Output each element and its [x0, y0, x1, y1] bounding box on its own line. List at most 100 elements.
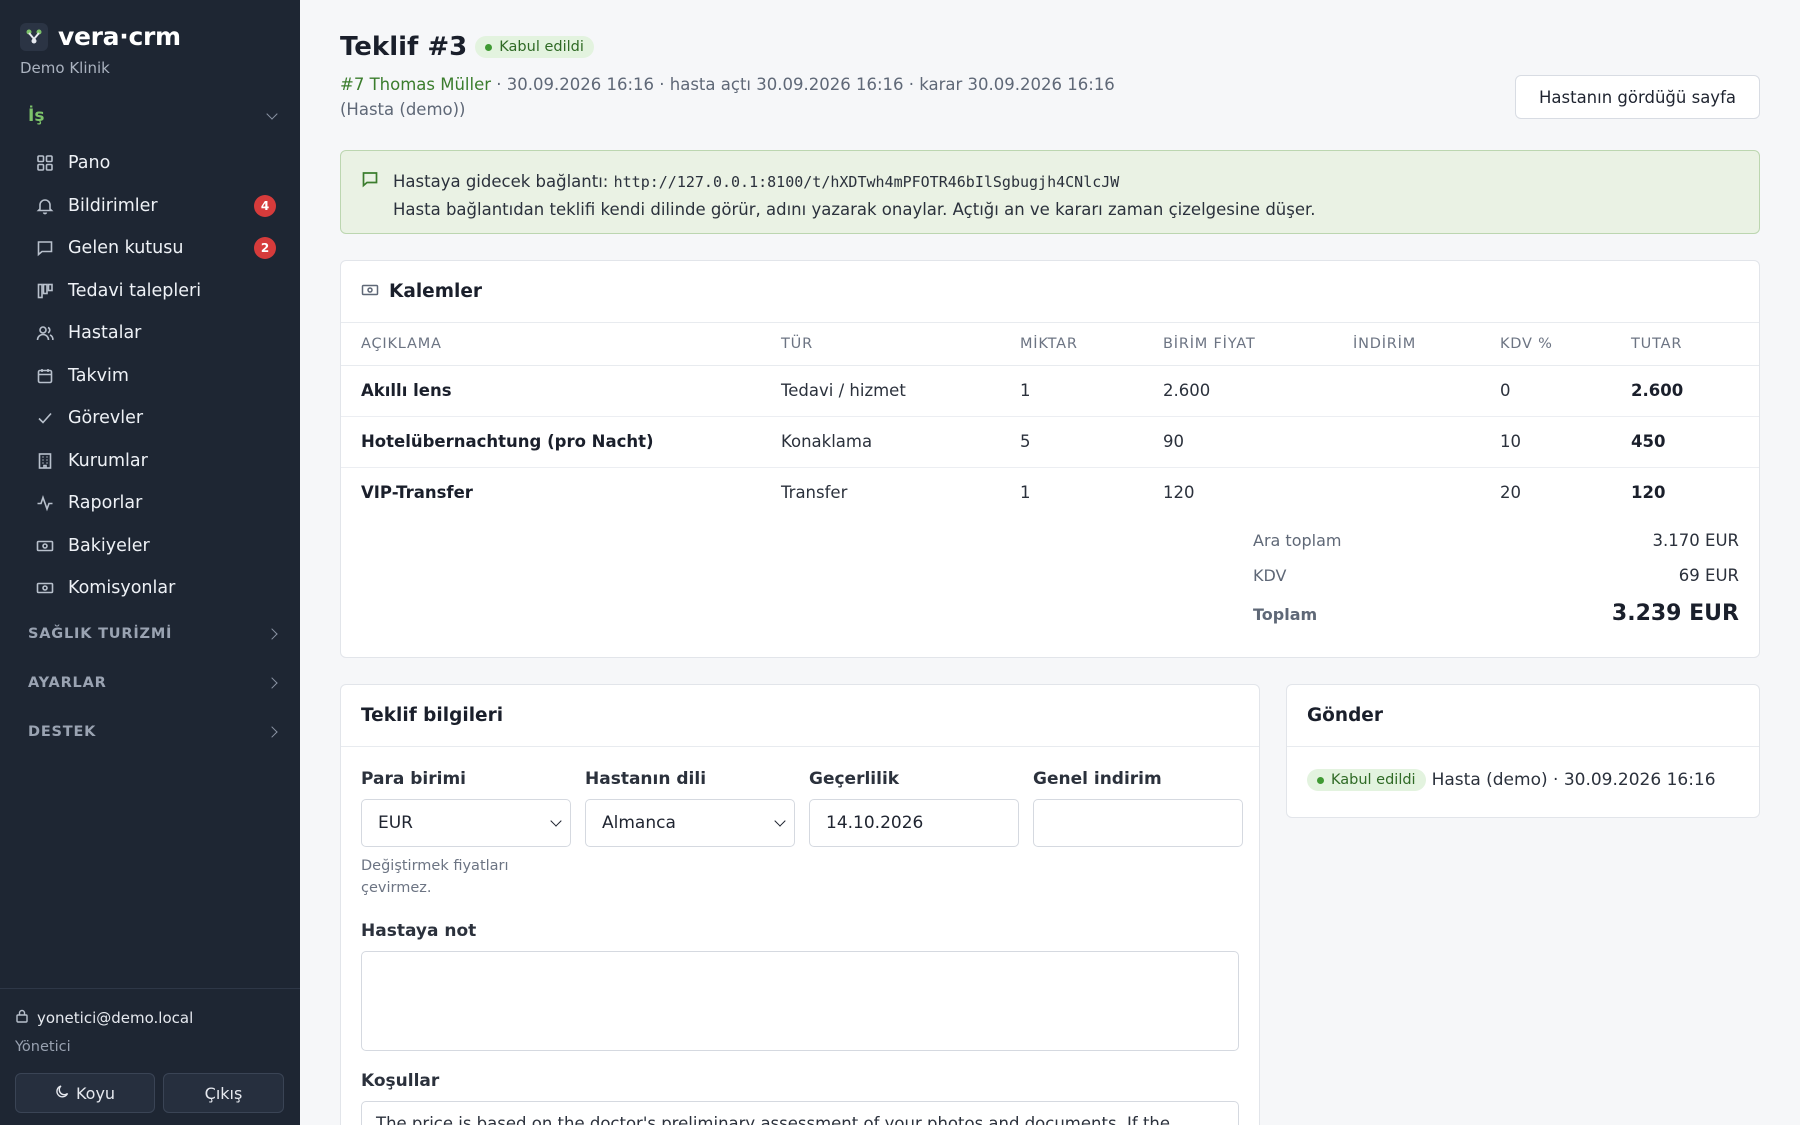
chevron-right-icon	[266, 726, 278, 738]
sidebar-item-hastalar[interactable]: Hastalar	[28, 312, 276, 355]
brand[interactable]: vera·crm	[20, 22, 181, 51]
clinic-name: Demo Klinik	[20, 59, 110, 77]
nav-section-saglik-turizmi[interactable]: SAĞLIK TURİZMİ	[28, 626, 278, 642]
sidebar-item-bakiyeler[interactable]: Bakiyeler	[28, 525, 276, 568]
currency-hint: Değiştirmek fiyatları çevirmez.	[361, 858, 509, 896]
patient-link-url[interactable]: http://127.0.0.1:8100/t/hXDTwh4mPFOTR46b…	[614, 173, 1120, 191]
patient-page-button[interactable]: Hastanın gördüğü sayfa	[1515, 75, 1760, 119]
language-select[interactable]: Almanca	[585, 799, 795, 847]
sidebar-item-raporlar[interactable]: Raporlar	[28, 482, 276, 525]
offer-meta: #7 Thomas Müller · 30.09.2026 16:16 · ha…	[340, 72, 1170, 122]
items-table: AÇIKLAMA TÜR MİKTAR BİRİM FİYAT İNDİRİM …	[341, 323, 1759, 518]
language-group: Hastanın dili Almanca	[585, 769, 795, 899]
sidebar-item-gorevler[interactable]: Görevler	[28, 397, 276, 440]
page-header: Teklif #3 Kabul edildi	[340, 32, 594, 62]
cell-description: Hotelübernachtung (pro Nacht)	[341, 416, 781, 468]
logout-button[interactable]: Çıkış	[163, 1073, 284, 1113]
sidebar-item-takvim[interactable]: Takvim	[28, 355, 276, 398]
items-card-title: Kalemler	[389, 281, 482, 302]
currency-group: Para birimi EUR Değiştirmek fiyatları çe…	[361, 769, 571, 899]
calendar-icon	[36, 367, 54, 385]
status-dot-icon	[1317, 776, 1324, 784]
table-row[interactable]: Akıllı lens Tedavi / hizmet 1 2.600 0 2.…	[341, 365, 1759, 417]
sidebar-item-bildirimler[interactable]: Bildirimler 4	[28, 185, 276, 228]
sidebar: vera·crm Demo Klinik İş Pano Bildirimler…	[0, 0, 300, 1125]
sidebar-item-label: Gelen kutusu	[68, 238, 184, 259]
status-badge-label: Kabul edildi	[499, 39, 584, 55]
chevron-right-icon	[266, 628, 278, 640]
sidebar-item-label: Raporlar	[68, 493, 143, 514]
nav-section-label: İş	[28, 106, 45, 126]
subtotal-label: Ara toplam	[1253, 531, 1342, 550]
sidebar-item-label: Hastalar	[68, 323, 142, 344]
chat-icon	[36, 239, 54, 257]
bell-icon	[36, 197, 54, 215]
theme-toggle-button[interactable]: Koyu	[15, 1073, 155, 1113]
sidebar-item-pano[interactable]: Pano	[28, 142, 276, 185]
patient-link[interactable]: #7 Thomas Müller	[340, 75, 491, 94]
user-email: yonetici@demo.local	[37, 1009, 194, 1027]
cash-icon	[36, 537, 54, 555]
column-header: AÇIKLAMA	[341, 323, 781, 366]
column-header: TUTAR	[1631, 323, 1759, 366]
chevron-down-icon	[550, 815, 562, 827]
send-status-label: Kabul edildi	[1331, 772, 1416, 788]
cell-discount	[1353, 467, 1500, 518]
validity-value: 14.10.2026	[826, 813, 924, 833]
send-card: Gönder Kabul edildi Hasta (demo) · 30.09…	[1286, 684, 1760, 818]
logo-icon	[20, 22, 48, 51]
send-status-line: Kabul edildi Hasta (demo) · 30.09.2026 1…	[1307, 769, 1716, 791]
currency-label: Para birimi	[361, 769, 466, 789]
note-label: Hastaya not	[361, 921, 477, 941]
link-notice: Hastaya gidecek bağlantı: http://127.0.0…	[340, 150, 1760, 234]
note-textarea[interactable]	[361, 951, 1239, 1051]
theme-toggle-label: Koyu	[75, 1083, 116, 1103]
language-value: Almanca	[602, 813, 676, 833]
nav-list: Pano Bildirimler 4 Gelen kutusu 2 Tedavi…	[28, 142, 276, 610]
sidebar-footer: yonetici@demo.local Yönetici Koyu Çıkış	[0, 988, 300, 1113]
brand-name: vera·crm	[58, 22, 181, 51]
grand-total-row: Toplam 3.239 EUR	[1253, 601, 1739, 636]
sidebar-item-tedavi-talepleri[interactable]: Tedavi talepleri	[28, 270, 276, 313]
sidebar-item-gelen-kutusu[interactable]: Gelen kutusu 2	[28, 227, 276, 270]
currency-select[interactable]: EUR	[361, 799, 571, 847]
table-row[interactable]: VIP-Transfer Transfer 1 120 20 120	[341, 467, 1759, 518]
nav-section-destek[interactable]: DESTEK	[28, 724, 278, 740]
status-badge: Kabul edildi	[475, 36, 594, 58]
cash-icon	[36, 579, 54, 597]
cell-discount	[1353, 365, 1500, 417]
count-badge: 4	[254, 194, 276, 217]
sidebar-item-label: Görevler	[68, 408, 144, 429]
cell-description: Akıllı lens	[341, 365, 781, 417]
send-detail: Hasta (demo) · 30.09.2026 16:16	[1431, 770, 1716, 790]
vat-label: KDV	[1253, 566, 1287, 585]
cell-total: 450	[1631, 416, 1759, 468]
sidebar-item-label: Pano	[68, 153, 111, 174]
nav-section-ayarlar[interactable]: AYARLAR	[28, 675, 278, 691]
page-title: Teklif #3	[340, 32, 468, 62]
user-info: yonetici@demo.local	[15, 1009, 285, 1027]
building-icon	[36, 452, 54, 470]
table-row[interactable]: Hotelübernachtung (pro Nacht) Konaklama …	[341, 416, 1759, 468]
notice-label: Hastaya gidecek bağlantı:	[393, 172, 609, 191]
sidebar-item-komisyonlar[interactable]: Komisyonlar	[28, 567, 276, 610]
sidebar-item-kurumlar[interactable]: Kurumlar	[28, 440, 276, 483]
sidebar-item-label: Tedavi talepleri	[68, 280, 202, 301]
cell-vat: 10	[1500, 416, 1631, 468]
column-header: BİRİM FİYAT	[1163, 323, 1353, 366]
cell-discount	[1353, 416, 1500, 468]
column-header: İNDİRİM	[1353, 323, 1500, 366]
footer-buttons: Koyu Çıkış	[15, 1073, 285, 1113]
nav-section-is[interactable]: İş	[28, 106, 278, 126]
conditions-textarea[interactable]: The price is based on the doctor's preli…	[361, 1101, 1239, 1125]
subtotal-value: 3.170 EUR	[1652, 531, 1739, 550]
validity-label: Geçerlilik	[809, 769, 900, 789]
offer-info-card: Teklif bilgileri Para birimi EUR Değişti…	[340, 684, 1260, 1125]
lock-icon	[15, 1009, 29, 1027]
discount-input[interactable]	[1033, 799, 1243, 847]
language-label: Hastanın dili	[585, 769, 707, 789]
cell-quantity: 1	[1020, 483, 1031, 503]
validity-input[interactable]: 14.10.2026	[809, 799, 1019, 847]
cell-unit-price: 120	[1163, 483, 1195, 503]
chevron-right-icon	[266, 677, 278, 689]
